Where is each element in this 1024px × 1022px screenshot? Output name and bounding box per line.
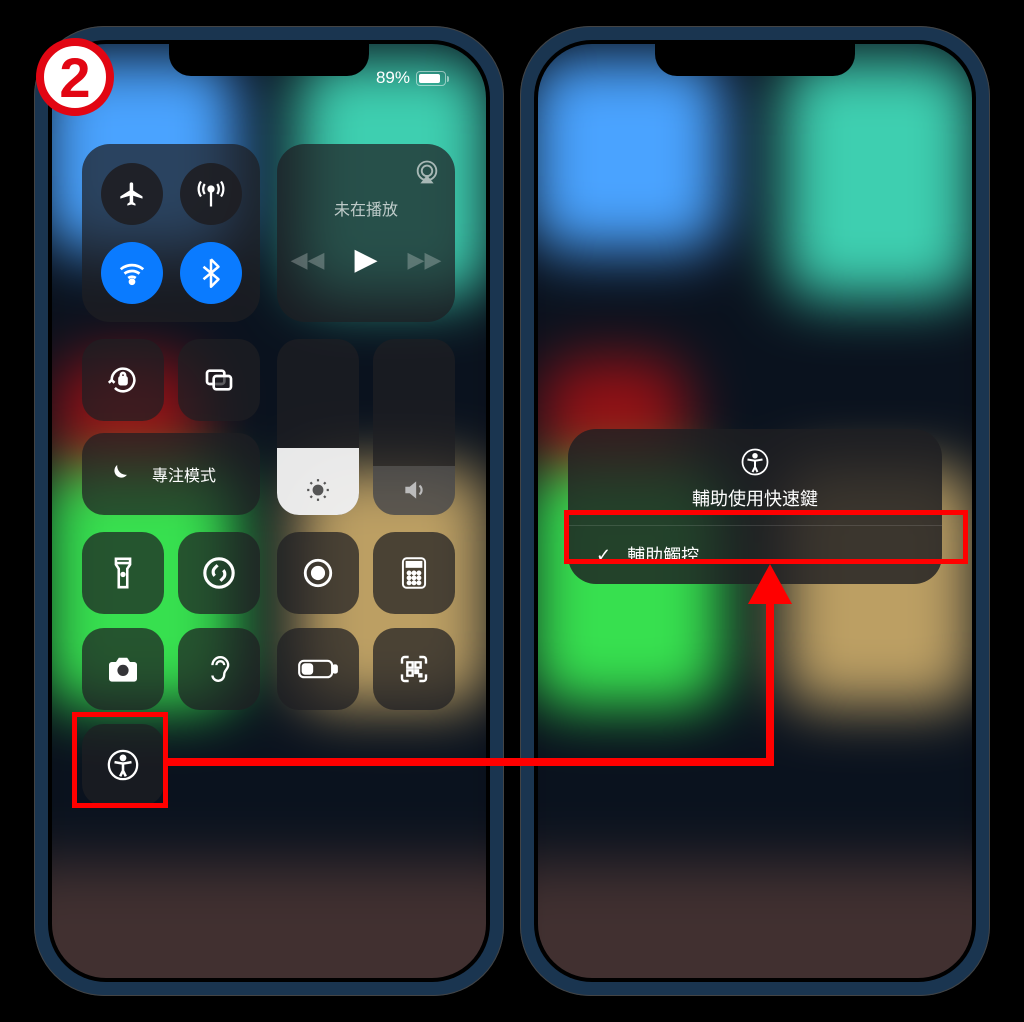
step-badge: 2 [36,38,114,116]
popup-title: 輔助使用快速鍵 [568,485,942,511]
battery-percent: 89% [376,68,410,88]
cellular-toggle[interactable] [180,163,242,225]
calculator-button[interactable] [373,532,455,614]
flashlight-icon [113,556,133,590]
phone-right: 輔助使用快速鍵 ✓ 輔助觸控 [520,26,990,996]
mirroring-icon [203,364,235,396]
accessibility-popup: 輔助使用快速鍵 ✓ 輔助觸控 [568,429,942,584]
antenna-icon [196,179,226,209]
moon-icon [96,452,140,496]
connectivity-panel[interactable] [82,144,260,322]
accessibility-icon [740,447,770,477]
bluetooth-toggle[interactable] [180,242,242,304]
airplane-icon [118,180,146,208]
volume-slider[interactable] [373,339,455,515]
low-power-button[interactable] [277,628,359,710]
lock-rotate-icon [106,363,140,397]
assistive-touch-row[interactable]: ✓ 輔助觸控 [568,525,942,584]
flashlight-button[interactable] [82,532,164,614]
airplane-mode-toggle[interactable] [101,163,163,225]
battery-low-icon [298,658,338,680]
airplay-icon[interactable] [413,158,441,186]
shazam-button[interactable] [178,532,260,614]
qr-scanner-button[interactable] [373,628,455,710]
hearing-button[interactable] [178,628,260,710]
media-status: 未在播放 [293,196,439,220]
focus-button[interactable]: 專注模式 [82,433,260,515]
media-play-button[interactable]: ▶ [354,242,377,277]
speaker-icon [401,477,427,503]
camera-icon [106,655,140,683]
check-icon: ✓ [596,545,611,566]
qr-icon [398,653,430,685]
media-prev-button[interactable]: ◀◀ [291,247,325,273]
control-center: 未在播放 ◀◀ ▶ ▶▶ [82,144,456,948]
screen-record-button[interactable] [277,532,359,614]
wifi-icon [117,258,147,288]
accessibility-shortcut-button[interactable] [82,724,164,806]
orientation-lock-button[interactable] [82,339,164,421]
screen-right: 輔助使用快速鍵 ✓ 輔助觸控 [538,44,972,978]
bluetooth-icon [201,258,221,288]
step-number: 2 [59,45,90,110]
assistive-touch-label: 輔助觸控 [627,542,699,568]
screen-left: 89% [52,44,486,978]
notch [655,40,855,76]
sun-icon [305,477,331,503]
status-bar: 89% [376,68,446,88]
calculator-icon [401,557,427,589]
notch [169,40,369,76]
media-panel[interactable]: 未在播放 ◀◀ ▶ ▶▶ [277,144,455,322]
brightness-slider[interactable] [277,339,359,515]
shazam-icon [202,556,236,590]
record-icon [301,556,335,590]
camera-button[interactable] [82,628,164,710]
ear-icon [205,652,233,686]
wifi-toggle[interactable] [101,242,163,304]
phone-left: 89% [34,26,504,996]
focus-label: 專注模式 [152,462,216,486]
battery-icon [416,71,446,86]
accessibility-icon [106,748,140,782]
screen-mirroring-button[interactable] [178,339,260,421]
media-next-button[interactable]: ▶▶ [408,247,442,273]
